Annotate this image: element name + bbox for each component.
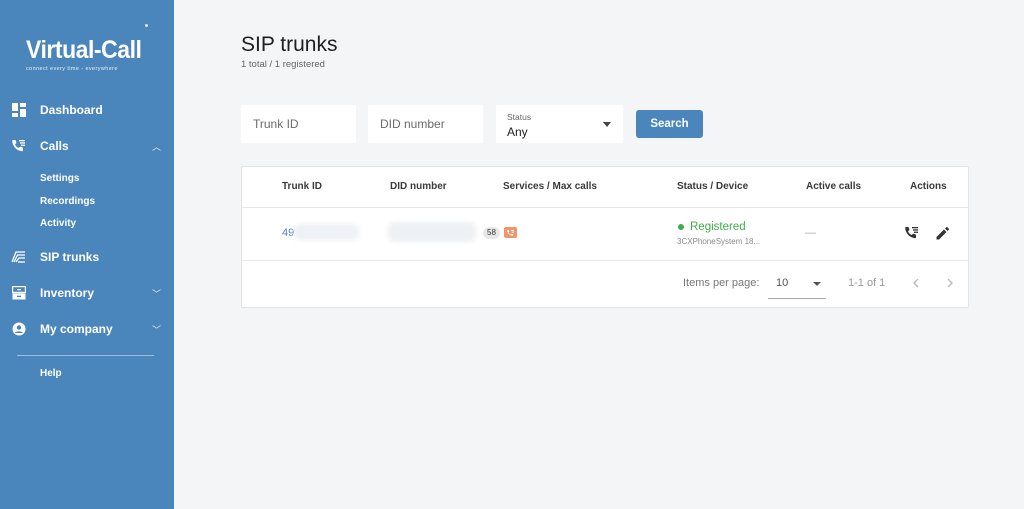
chevron-down-icon: ﹀	[152, 324, 162, 335]
trunk-id-link[interactable]: 49	[282, 227, 294, 239]
status-registered: Registered	[690, 221, 746, 233]
column-header-services[interactable]: Services / Max calls	[503, 181, 597, 192]
phone-list-icon	[11, 139, 26, 154]
sidebar-divider	[17, 355, 154, 356]
sidebar-item-dashboard[interactable]: Dashboard	[0, 98, 174, 122]
sidebar-item-label: Inventory	[40, 286, 95, 300]
sidebar-item-inventory[interactable]: Inventory ﹀	[0, 281, 174, 305]
edit-pencil-icon[interactable]	[934, 225, 950, 241]
did-number-input[interactable]	[368, 105, 483, 143]
page-title: SIP trunks	[241, 33, 338, 56]
sidebar-item-label: Calls	[40, 139, 69, 153]
pagination-range: 1-1 of 1	[848, 277, 886, 289]
next-page-button[interactable]	[942, 275, 958, 291]
active-calls-value: —	[805, 227, 816, 239]
dashboard-icon	[11, 103, 26, 118]
trunk-id-field[interactable]	[241, 105, 356, 143]
header-divider	[242, 207, 968, 208]
status-select-value: Any	[507, 125, 528, 139]
max-calls-badge: 58	[483, 227, 500, 239]
chevron-right-icon	[947, 278, 953, 288]
sidebar-item-sip-trunks[interactable]: SIP trunks	[0, 245, 174, 269]
status-indicator-dot	[678, 224, 684, 230]
logo-name: Virtual-Call	[26, 36, 142, 64]
items-per-page-label: Items per page:	[683, 277, 760, 289]
sidebar-subitem-settings[interactable]: Settings	[40, 173, 79, 184]
sidebar-item-my-company[interactable]: My company ﹀	[0, 317, 174, 341]
items-per-page-value: 10	[776, 277, 789, 289]
sidebar: Virtual-Call connect every time - everyw…	[0, 0, 174, 509]
previous-page-button[interactable]	[908, 275, 924, 291]
sip-trunk-icon	[11, 250, 26, 265]
sidebar-item-help[interactable]: Help	[40, 368, 62, 379]
logo-dot	[145, 24, 148, 27]
column-header-did-number[interactable]: DID number	[390, 181, 447, 192]
column-header-status[interactable]: Status / Device	[677, 181, 748, 192]
sidebar-subitem-activity[interactable]: Activity	[40, 218, 76, 229]
items-per-page-select[interactable]: 10	[768, 269, 826, 299]
call-service-icon	[504, 227, 517, 238]
column-header-actions: Actions	[910, 181, 947, 192]
did-number-field[interactable]	[368, 105, 483, 143]
dropdown-arrow-icon	[813, 282, 821, 286]
status-select-label: Status	[507, 112, 532, 122]
chevron-up-icon: ︿	[152, 141, 162, 152]
page-subtitle: 1 total / 1 registered	[241, 59, 325, 70]
chevron-down-icon: ﹀	[152, 288, 162, 299]
sidebar-item-label: Dashboard	[40, 103, 103, 117]
dropdown-arrow-icon	[603, 122, 611, 127]
trunk-id-input[interactable]	[241, 105, 356, 143]
chevron-left-icon	[913, 278, 919, 288]
logo[interactable]: Virtual-Call connect every time - everyw…	[26, 36, 146, 72]
row-divider	[242, 260, 968, 261]
sip-trunks-table: Trunk ID DID number Services / Max calls…	[241, 166, 969, 308]
status-select[interactable]: Status Any	[496, 105, 623, 143]
sidebar-subitem-recordings[interactable]: Recordings	[40, 196, 95, 207]
account-circle-icon	[11, 322, 26, 337]
inventory-icon	[11, 286, 26, 301]
column-header-trunk-id[interactable]: Trunk ID	[282, 181, 322, 192]
sidebar-item-calls[interactable]: Calls ︿	[0, 134, 174, 158]
device-name: 3CXPhoneSystem 18...	[677, 237, 761, 246]
redacted-trunk-id	[294, 224, 359, 240]
sidebar-item-label: My company	[40, 322, 113, 336]
sidebar-item-label: SIP trunks	[40, 250, 100, 264]
call-list-icon[interactable]	[903, 225, 919, 241]
search-button[interactable]: Search	[636, 110, 703, 138]
redacted-did-number	[388, 222, 476, 242]
logo-tagline: connect every time - everywhere	[26, 66, 118, 72]
column-header-active-calls[interactable]: Active calls	[806, 181, 861, 192]
